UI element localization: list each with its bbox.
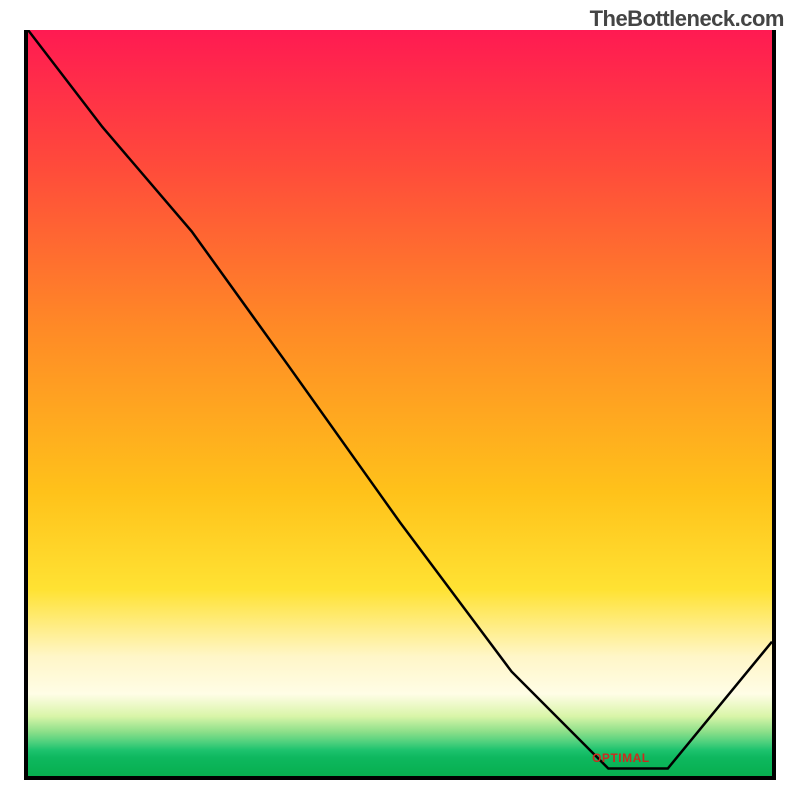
optimal-label: OPTIMAL	[592, 751, 650, 765]
plot-area: OPTIMAL	[24, 30, 776, 780]
bottleneck-curve-path	[28, 30, 772, 769]
bottleneck-chart: TheBottleneck.com OPTIMAL	[0, 0, 800, 800]
line-curve	[28, 30, 772, 776]
watermark-text: TheBottleneck.com	[590, 6, 784, 32]
